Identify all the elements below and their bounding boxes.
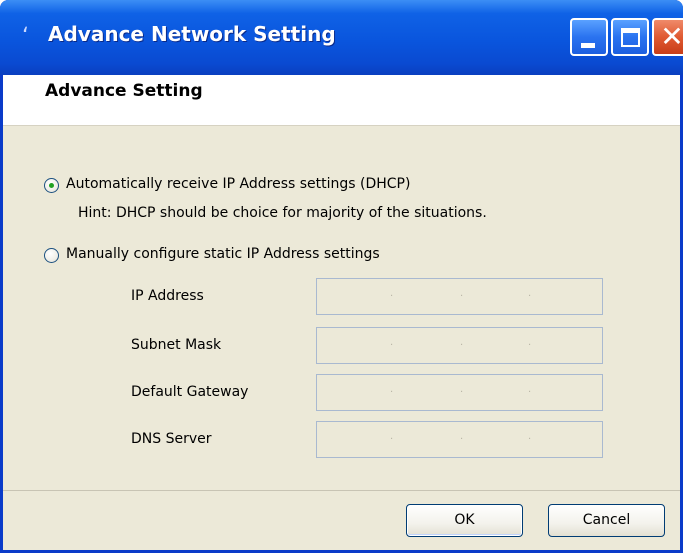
radio-selected-dot — [49, 183, 54, 188]
dns-server-label: DNS Server — [131, 431, 212, 447]
static-ip-radio-label[interactable]: Manually configure static IP Address set… — [66, 246, 380, 262]
window-title: Advance Network Setting — [48, 22, 336, 46]
app-icon: ʻ — [22, 24, 29, 49]
subnet-mask-input[interactable]: · · · — [316, 327, 603, 364]
ok-button[interactable]: OK — [406, 504, 523, 537]
minimize-button[interactable] — [570, 18, 608, 56]
dhcp-radio[interactable] — [44, 178, 59, 193]
header-band: Advance Setting — [3, 75, 680, 126]
dhcp-hint: Hint: DHCP should be choice for majority… — [78, 205, 487, 221]
maximize-icon — [621, 28, 640, 47]
minimize-icon — [581, 43, 595, 48]
static-ip-radio[interactable] — [44, 248, 59, 263]
dialog-body: Advance Setting Automatically receive IP… — [3, 75, 680, 550]
ip-address-input[interactable]: · · · — [316, 278, 603, 315]
title-bar[interactable]: ʻ Advance Network Setting ✕ — [0, 0, 683, 75]
default-gateway-input[interactable]: · · · — [316, 374, 603, 411]
dialog-window: ʻ Advance Network Setting ✕ Advance Sett… — [0, 0, 683, 553]
cancel-button[interactable]: Cancel — [548, 504, 665, 537]
close-icon: ✕ — [660, 20, 683, 53]
dns-server-input[interactable]: · · · — [316, 421, 603, 458]
footer-divider — [3, 490, 680, 491]
maximize-button[interactable] — [611, 18, 649, 56]
ip-address-label: IP Address — [131, 288, 204, 304]
section-title: Advance Setting — [45, 81, 203, 101]
close-button[interactable]: ✕ — [652, 18, 683, 56]
default-gateway-label: Default Gateway — [131, 384, 249, 400]
subnet-mask-label: Subnet Mask — [131, 337, 222, 353]
dhcp-radio-label[interactable]: Automatically receive IP Address setting… — [66, 176, 410, 192]
